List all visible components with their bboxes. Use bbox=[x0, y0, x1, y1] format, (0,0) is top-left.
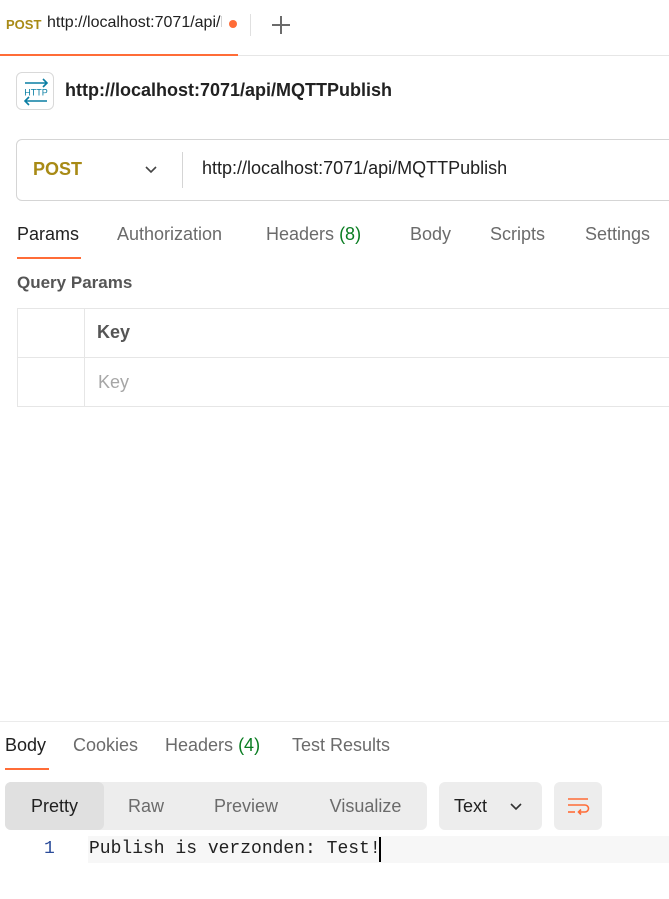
response-body-text[interactable]: Publish is verzonden: Test! bbox=[89, 839, 381, 859]
url-input[interactable]: http://localhost:7071/api/MQTTPublish bbox=[202, 158, 507, 179]
new-tab-plus-icon[interactable] bbox=[268, 12, 294, 38]
http-request-icon: HTTP bbox=[16, 72, 54, 110]
response-tab-cookies[interactable]: Cookies bbox=[73, 735, 138, 756]
wrap-lines-icon bbox=[568, 798, 590, 816]
text-cursor bbox=[379, 837, 381, 862]
tab-authorization[interactable]: Authorization bbox=[117, 224, 222, 245]
http-icon-text: HTTP bbox=[24, 88, 48, 98]
param-key-input[interactable] bbox=[85, 358, 669, 406]
method-dropdown[interactable]: POST bbox=[17, 140, 182, 200]
view-raw-button[interactable]: Raw bbox=[104, 782, 188, 830]
method-label: POST bbox=[33, 159, 83, 179]
tab-headers[interactable]: Headers (8) bbox=[266, 224, 361, 245]
response-tab-headers[interactable]: Headers (4) bbox=[165, 735, 260, 756]
response-headers-count: (4) bbox=[238, 735, 261, 755]
request-tab-method: POST bbox=[6, 17, 42, 32]
request-tab-url: http://localhost:7071/api/MQTTPublish bbox=[47, 14, 222, 31]
format-label: Text bbox=[454, 796, 488, 816]
view-preview-button[interactable]: Preview bbox=[188, 782, 304, 830]
format-dropdown[interactable]: Text bbox=[439, 782, 542, 830]
key-column-header: Key bbox=[97, 322, 131, 342]
response-tab-body[interactable]: Body bbox=[5, 735, 46, 756]
line-number: 1 bbox=[44, 839, 55, 859]
tab-scripts[interactable]: Scripts bbox=[490, 224, 545, 245]
query-params-title: Query Params bbox=[17, 273, 133, 292]
request-tab[interactable]: POST http://localhost:7071/api/MQTTPubli… bbox=[0, 0, 238, 56]
wrap-lines-button[interactable] bbox=[554, 782, 602, 830]
tab-params[interactable]: Params bbox=[17, 224, 79, 245]
request-title[interactable]: http://localhost:7071/api/MQTTPublish bbox=[65, 80, 392, 101]
active-tab-underline bbox=[17, 257, 81, 259]
chevron-down-icon bbox=[145, 166, 157, 174]
headers-count: (8) bbox=[339, 224, 362, 244]
view-pretty-button[interactable]: Pretty bbox=[5, 782, 104, 830]
response-tab-test-results[interactable]: Test Results bbox=[292, 735, 390, 756]
tab-settings[interactable]: Settings bbox=[585, 224, 650, 245]
tab-body[interactable]: Body bbox=[410, 224, 451, 245]
response-active-tab-underline bbox=[5, 768, 49, 770]
unsaved-changes-dot bbox=[229, 20, 237, 28]
tab-divider bbox=[250, 14, 251, 36]
response-pane-border[interactable] bbox=[0, 721, 669, 722]
view-visualize-button[interactable]: Visualize bbox=[304, 782, 427, 830]
chevron-down-icon bbox=[510, 803, 522, 811]
url-divider bbox=[182, 152, 183, 188]
